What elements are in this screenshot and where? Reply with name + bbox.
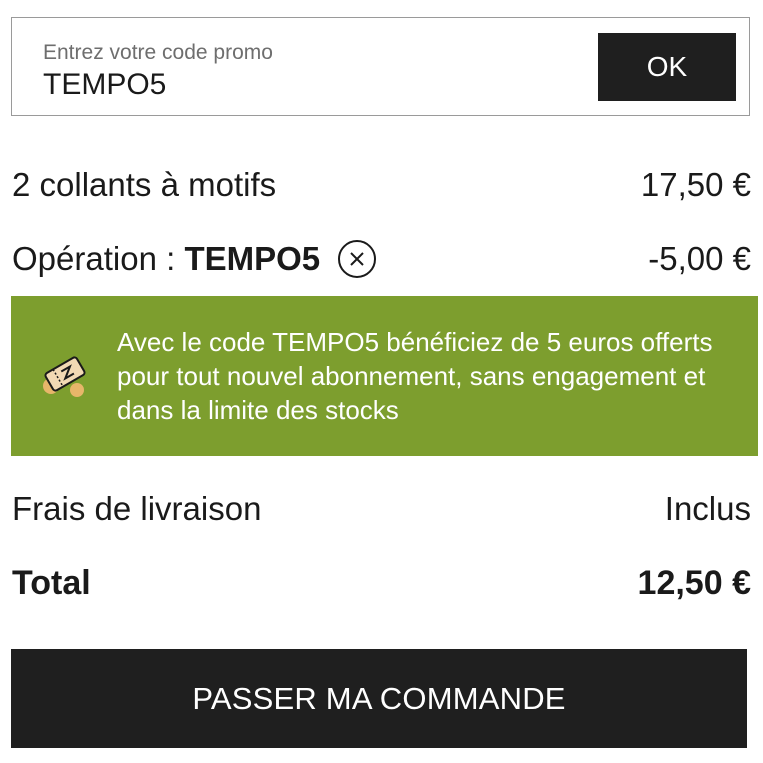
total-row: Total 12,50 € (12, 558, 751, 608)
ok-button[interactable]: OK (598, 33, 736, 101)
promo-code-placeholder: Entrez votre code promo (43, 41, 273, 64)
promo-code-box: Entrez votre code promo OK (11, 17, 750, 116)
discount-amount: -5,00 € (648, 240, 751, 277)
shipping-row: Frais de livraison Inclus (12, 484, 751, 534)
promo-info-text: Avec le code TEMPO5 bénéficiez de 5 euro… (117, 327, 713, 425)
discount-row: Opération : TEMPO5 -5,00 € (12, 234, 751, 284)
shipping-label: Frais de livraison (12, 490, 262, 527)
total-value: 12,50 € (637, 563, 751, 602)
place-order-button[interactable]: PASSER MA COMMANDE (11, 649, 747, 748)
discount-code: TEMPO5 (184, 240, 321, 277)
total-label: Total (12, 563, 91, 602)
discount-label-group: Opération : TEMPO5 (12, 240, 377, 278)
promo-info-banner: Avec le code TEMPO5 bénéficiez de 5 euro… (11, 296, 758, 456)
promo-code-input[interactable] (43, 68, 563, 102)
remove-discount-button[interactable] (338, 240, 377, 278)
item-label: 2 collants à motifs (12, 166, 277, 203)
cart-item-row: 2 collants à motifs 17,50 € (12, 160, 751, 210)
shipping-value: Inclus (664, 490, 751, 527)
close-circle-icon (350, 252, 364, 266)
item-price: 17,50 € (640, 166, 751, 203)
discount-label: Opération : (12, 240, 185, 277)
promo-ticket-icon (43, 356, 86, 397)
